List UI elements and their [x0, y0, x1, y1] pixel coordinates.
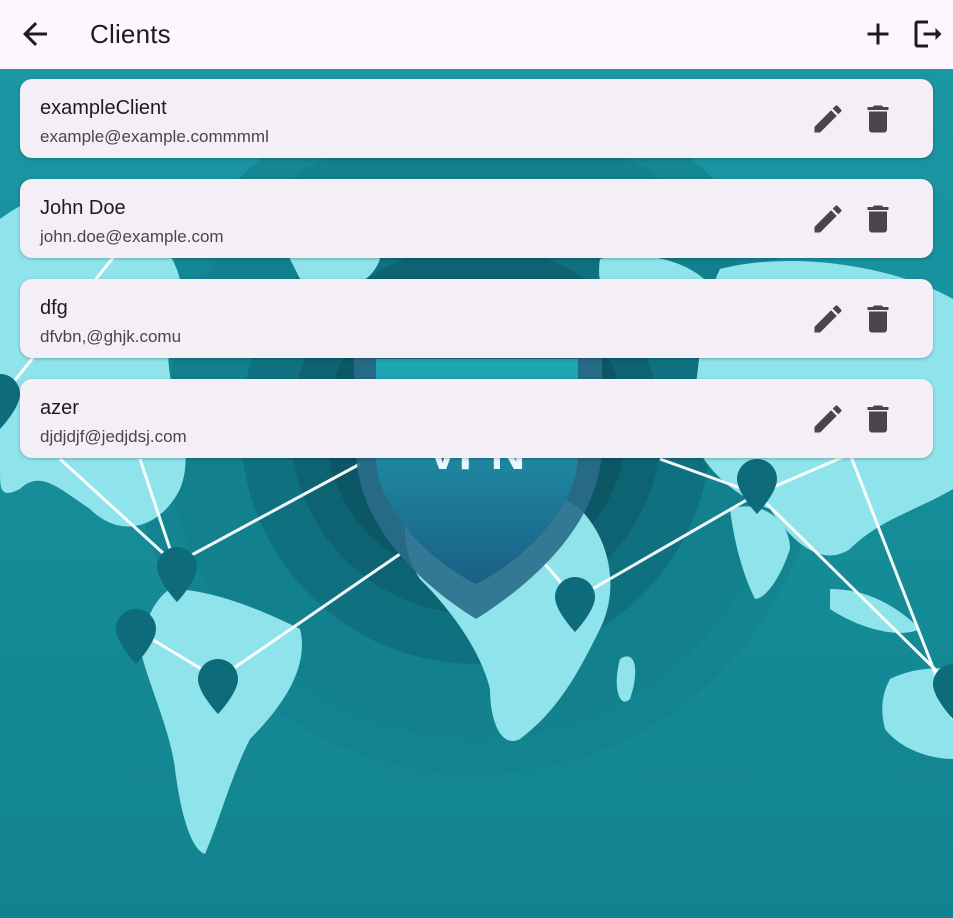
- client-email: dfvbn,@ghjk.comu: [40, 327, 182, 346]
- client-name: dfg: [40, 297, 68, 319]
- delete-client-button[interactable]: [860, 301, 896, 337]
- add-icon: [867, 23, 889, 45]
- edit-icon: [814, 105, 842, 133]
- delete-client-button[interactable]: [860, 101, 896, 137]
- app-bar: Clients: [0, 0, 953, 69]
- edit-client-button[interactable]: [810, 201, 846, 237]
- client-card[interactable]: John Doe john.doe@example.com: [20, 179, 933, 258]
- client-card[interactable]: azer djdjdjf@jedjdsj.com: [20, 379, 933, 458]
- client-name: azer: [40, 397, 79, 419]
- delete-icon: [867, 305, 889, 333]
- edit-icon: [814, 405, 842, 433]
- delete-client-button[interactable]: [860, 401, 896, 437]
- logout-button[interactable]: [910, 16, 946, 52]
- edit-icon: [814, 205, 842, 233]
- back-arrow-icon: [23, 22, 47, 46]
- client-name: John Doe: [40, 197, 126, 219]
- delete-icon: [867, 105, 889, 133]
- client-card[interactable]: dfg dfvbn,@ghjk.comu: [20, 279, 933, 358]
- page-title: Clients: [90, 19, 171, 49]
- add-client-button[interactable]: [860, 16, 896, 52]
- logout-icon: [914, 20, 942, 48]
- back-button[interactable]: [17, 16, 53, 52]
- delete-icon: [867, 205, 889, 233]
- client-name: exampleClient: [40, 97, 167, 119]
- client-email: john.doe@example.com: [40, 227, 224, 246]
- edit-client-button[interactable]: [810, 401, 846, 437]
- client-email: djdjdjf@jedjdsj.com: [40, 427, 187, 446]
- edit-client-button[interactable]: [810, 101, 846, 137]
- edit-icon: [814, 305, 842, 333]
- delete-icon: [867, 405, 889, 433]
- client-card[interactable]: exampleClient example@example.commmml: [20, 79, 933, 158]
- client-email: example@example.commmml: [40, 127, 269, 146]
- delete-client-button[interactable]: [860, 201, 896, 237]
- edit-client-button[interactable]: [810, 301, 846, 337]
